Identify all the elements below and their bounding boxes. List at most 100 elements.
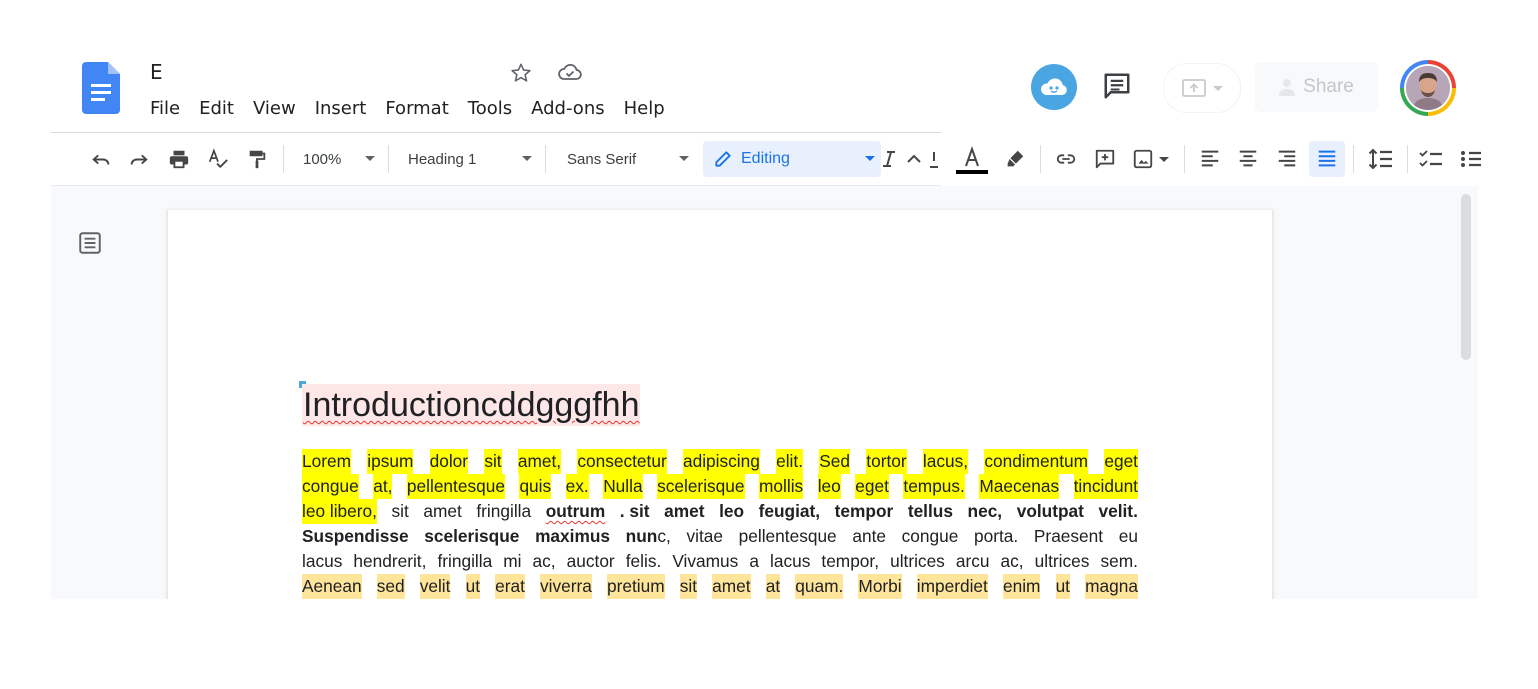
word: leo [719, 501, 745, 521]
underline-icon[interactable] [930, 147, 940, 171]
text-line: Lorem ipsum dolor sit amet, consectetur adipis… [302, 449, 1138, 474]
add-comment-icon[interactable] [1093, 147, 1117, 171]
redo-icon[interactable] [127, 147, 151, 171]
comment-history-icon[interactable] [1097, 66, 1137, 106]
word: congue [302, 474, 359, 499]
word: ultrices [1034, 551, 1090, 571]
word: scelerisque [424, 526, 520, 546]
addon-cloud-icon[interactable] [1031, 64, 1077, 110]
word: hendrerit, [353, 551, 427, 571]
menu-file[interactable]: File [140, 96, 189, 123]
document-heading[interactable]: Introductioncddgggfhh [302, 384, 641, 426]
editing-mode-select[interactable]: Editing [703, 141, 881, 177]
bulleted-list-icon[interactable] [1459, 147, 1481, 171]
word: . sit [619, 501, 650, 521]
word: outrum [545, 501, 606, 521]
toolbar-separator [1407, 145, 1408, 173]
word: Sed [819, 449, 851, 474]
word: erat [495, 574, 525, 599]
google-docs-logo[interactable] [82, 62, 120, 114]
word: sed [376, 574, 405, 599]
word: leo [817, 474, 841, 499]
word: imperdiet [916, 574, 988, 599]
editing-mode-label: Editing [741, 150, 790, 167]
word: tincidunt [1073, 474, 1138, 499]
italic-icon[interactable] [882, 147, 896, 171]
cloud-saved-icon[interactable] [557, 60, 583, 86]
word: tortor [866, 449, 907, 474]
word: ac, [532, 551, 556, 571]
highlight-icon[interactable] [1003, 147, 1027, 171]
user-avatar[interactable] [1400, 60, 1456, 116]
paint-format-icon[interactable] [245, 147, 269, 171]
word: ac, [1000, 551, 1024, 571]
present-button[interactable] [1163, 63, 1241, 113]
document-page[interactable]: Introductioncddgggfhh Lorem ipsum dolor sit… [168, 210, 1272, 599]
word: tempor, [821, 551, 880, 571]
document-outline-icon[interactable] [77, 230, 103, 256]
font-select[interactable]: Sans Serif [567, 143, 689, 175]
vertical-scrollbar[interactable] [1461, 194, 1471, 360]
menu-format[interactable]: Format [375, 96, 457, 123]
word: velit. [1098, 501, 1138, 521]
insert-image-icon[interactable] [1130, 147, 1170, 171]
menu-view[interactable]: View [243, 96, 305, 123]
document-canvas: Introductioncddgggfhh Lorem ipsum dolor sit… [51, 186, 1478, 599]
word: eu [1118, 526, 1138, 546]
word: Vivamus [672, 551, 739, 571]
undo-icon[interactable] [89, 147, 113, 171]
word: consectetur [577, 449, 667, 474]
word: amet [423, 501, 462, 521]
word: amet, [517, 449, 562, 474]
word: velit [419, 574, 451, 599]
word: nunc, [625, 526, 671, 546]
text-color-icon[interactable] [956, 144, 988, 174]
word: ut [1055, 574, 1070, 599]
spellcheck-icon[interactable] [205, 147, 231, 171]
word: amet [664, 501, 705, 521]
menu-insert[interactable]: Insert [305, 96, 376, 123]
zoom-select[interactable]: 100% [303, 143, 375, 175]
word: pellentesque [738, 526, 837, 546]
word: tempor [834, 501, 894, 521]
word: ut [465, 574, 480, 599]
document-title[interactable]: E [150, 60, 163, 84]
text-line: Suspendisse scelerisque maximus nunc, vitae p… [302, 524, 1138, 549]
star-icon[interactable] [508, 60, 534, 86]
justify-icon[interactable] [1309, 141, 1345, 177]
paragraph-style-value: Heading 1 [408, 150, 477, 168]
align-right-icon[interactable] [1275, 147, 1299, 171]
word: maximus [535, 526, 610, 546]
toolbar-separator [545, 145, 546, 173]
chevron-down-icon [522, 156, 532, 161]
toolbar-separator [283, 145, 284, 173]
word: sit [484, 449, 502, 474]
menu-addons[interactable]: Add-ons [521, 96, 613, 123]
word: elit. [776, 449, 804, 474]
caret-icon[interactable] [905, 147, 923, 171]
paragraph-style-select[interactable]: Heading 1 [408, 143, 532, 175]
pencil-icon [713, 149, 733, 169]
present-icon [1181, 77, 1207, 99]
word: Morbi [858, 574, 902, 599]
line-spacing-icon[interactable] [1367, 147, 1395, 171]
word: vitae [686, 526, 723, 546]
text-line: congue at, pellentesque quis ex. Nulla sceleri… [302, 474, 1138, 499]
print-icon[interactable] [166, 147, 192, 171]
menu-tools[interactable]: Tools [458, 96, 521, 123]
checklist-icon[interactable] [1417, 147, 1445, 171]
word: leo libero, [302, 499, 377, 524]
word: quam. [795, 574, 844, 599]
word: dolor [429, 449, 469, 474]
align-left-icon[interactable] [1198, 147, 1222, 171]
menu-edit[interactable]: Edit [189, 96, 243, 123]
share-button[interactable]: Share [1255, 62, 1378, 112]
word: enim [1002, 574, 1041, 599]
body-paragraph[interactable]: Lorem ipsum dolor sit amet, consectetur adipis… [302, 449, 1138, 599]
menu-help[interactable]: Help [614, 96, 674, 123]
word: congue [901, 526, 959, 546]
link-icon[interactable] [1053, 147, 1079, 171]
word: Suspendisse [302, 526, 409, 546]
align-center-icon[interactable] [1236, 147, 1260, 171]
word: magna [1085, 574, 1138, 599]
